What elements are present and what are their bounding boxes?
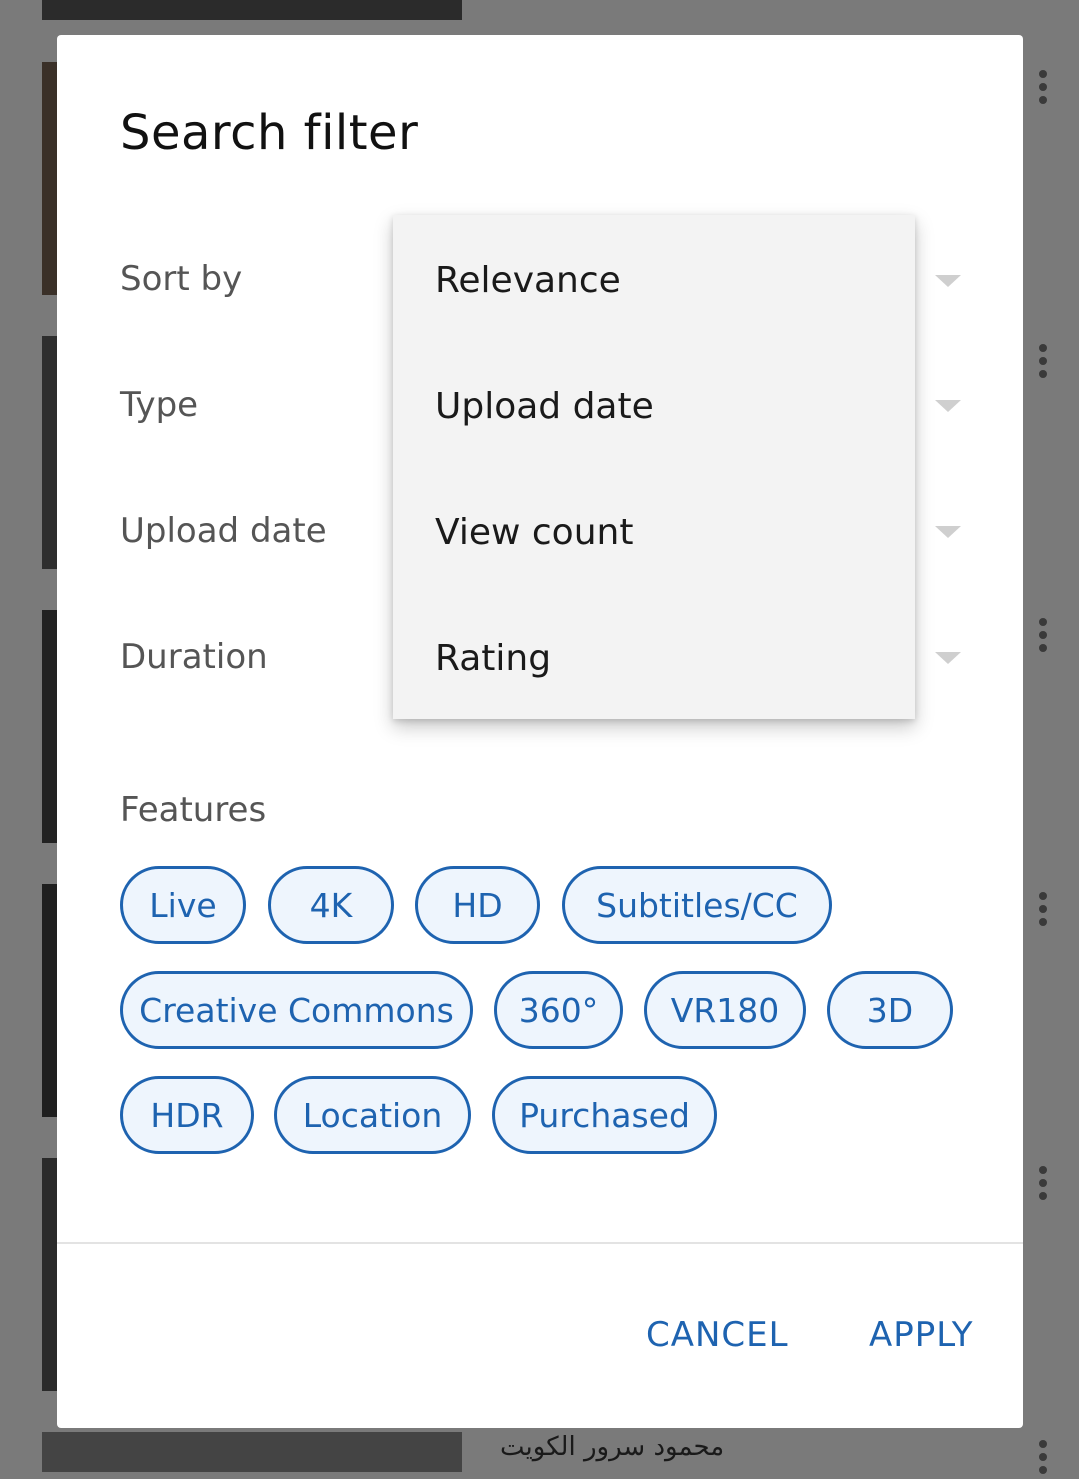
chip-3d[interactable]: 3D <box>827 971 953 1049</box>
chip-creative-commons[interactable]: Creative Commons <box>120 971 473 1049</box>
sort-by-dropdown-arrow-icon[interactable] <box>935 275 961 287</box>
chip-live[interactable]: Live <box>120 866 246 944</box>
features-label: Features <box>120 790 267 830</box>
sort-option-rating[interactable]: Rating <box>393 595 915 721</box>
more-options-icon[interactable] <box>1039 344 1047 383</box>
more-options-icon[interactable] <box>1039 618 1047 657</box>
more-options-icon[interactable] <box>1039 1440 1047 1479</box>
cancel-button[interactable]: CANCEL <box>646 1315 789 1355</box>
more-options-icon[interactable] <box>1039 1166 1047 1205</box>
upload-date-label: Upload date <box>120 511 327 551</box>
chip-subtitles-cc[interactable]: Subtitles/CC <box>562 866 832 944</box>
sort-option-upload-date[interactable]: Upload date <box>393 343 915 469</box>
chip-hd[interactable]: HD <box>415 866 540 944</box>
dialog-title: Search filter <box>120 105 419 161</box>
duration-label: Duration <box>120 637 268 677</box>
video-title[interactable]: محمود سرور الكويت <box>500 1432 724 1462</box>
sort-option-relevance[interactable]: Relevance <box>393 217 915 343</box>
video-thumbnail <box>42 1432 462 1472</box>
more-options-icon[interactable] <box>1039 892 1047 931</box>
sort-by-dropdown-menu: Relevance Upload date View count Rating <box>393 215 915 719</box>
type-label: Type <box>120 385 199 425</box>
video-thumbnail <box>42 0 462 20</box>
more-options-icon[interactable] <box>1039 70 1047 109</box>
sort-option-view-count[interactable]: View count <box>393 469 915 595</box>
chip-360[interactable]: 360° <box>494 971 623 1049</box>
upload-date-dropdown-arrow-icon[interactable] <box>935 526 961 538</box>
chip-4k[interactable]: 4K <box>268 866 394 944</box>
apply-button[interactable]: APPLY <box>869 1315 973 1355</box>
chip-purchased[interactable]: Purchased <box>492 1076 717 1154</box>
divider <box>57 1242 1023 1244</box>
chip-location[interactable]: Location <box>274 1076 471 1154</box>
chip-hdr[interactable]: HDR <box>120 1076 254 1154</box>
chip-vr180[interactable]: VR180 <box>644 971 806 1049</box>
duration-dropdown-arrow-icon[interactable] <box>935 652 961 664</box>
type-dropdown-arrow-icon[interactable] <box>935 400 961 412</box>
sort-by-label: Sort by <box>120 259 243 299</box>
